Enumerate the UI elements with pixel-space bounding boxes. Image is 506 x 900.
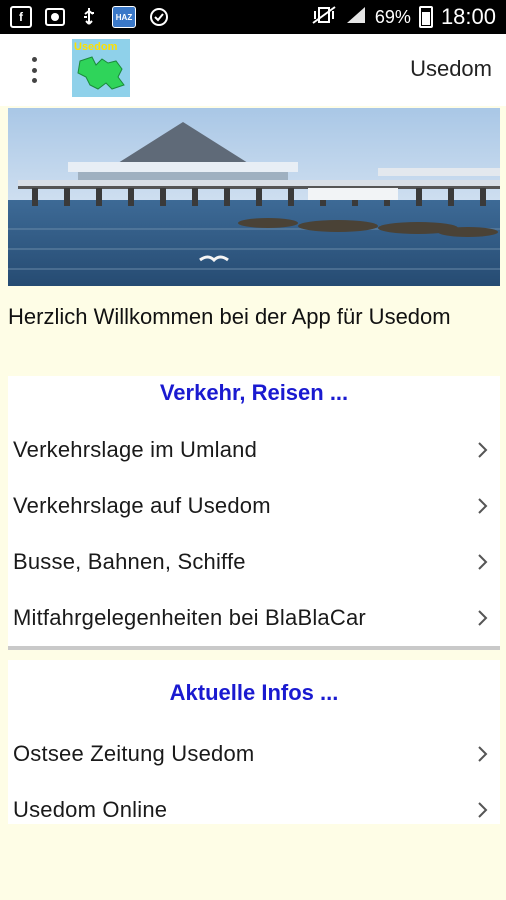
section-traffic: Verkehr, Reisen ... Verkehrslage im Umla… [8,376,500,646]
chevron-right-icon [478,554,488,570]
chevron-right-icon [478,498,488,514]
system-status: 69% 18:00 [311,4,496,30]
notification-icons: f HAZ [10,6,170,28]
list-item-label: Usedom Online [13,797,168,822]
chevron-right-icon [478,610,488,626]
welcome-text: Herzlich Willkommen bei der App für Used… [8,304,451,329]
section-title-news: Aktuelle Infos ... [169,680,339,705]
list-item-verkehrslage-usedom[interactable]: Verkehrslage auf Usedom [8,478,500,534]
app-title: Usedom [410,56,492,81]
vibrate-mute-icon [311,5,337,30]
sync-icon [148,6,170,28]
section-divider [8,646,500,650]
chevron-right-icon [478,746,488,762]
section-news: Aktuelle Infos ... Ostsee Zeitung Usedom… [8,660,500,824]
overflow-menu-icon[interactable] [20,54,48,86]
app-bar: Usedom Usedom [0,34,506,106]
facebook-icon: f [10,6,32,28]
usb-debug-icon [78,6,100,28]
app-logo: Usedom [72,39,130,97]
chevron-right-icon [478,442,488,458]
haz-app-icon: HAZ [112,6,136,28]
clock: 18:00 [440,4,496,29]
chevron-right-icon [478,802,488,818]
list-item-label: Verkehrslage auf Usedom [13,493,271,518]
list-item-label: Mitfahrgelegenheiten bei BlaBlaCar [13,605,366,630]
list-item-label: Ostsee Zeitung Usedom [13,741,255,766]
list-item-usedom-online[interactable]: Usedom Online [8,782,500,838]
status-bar: f HAZ 69% 18:00 [0,0,506,34]
list-item-label: Verkehrslage im Umland [13,437,258,462]
hero-image-pier [8,108,500,286]
screenshot-icon [44,6,66,28]
battery-icon [418,6,433,28]
list-item-label: Busse, Bahnen, Schiffe [13,549,246,574]
list-item-ostsee-zeitung[interactable]: Ostsee Zeitung Usedom [8,726,500,782]
logo-text: Usedom [74,41,118,53]
list-item-verkehrslage-umland[interactable]: Verkehrslage im Umland [8,422,500,478]
battery-percent: 69% [374,6,411,27]
section-title-traffic: Verkehr, Reisen ... [159,380,349,405]
list-item-mitfahrgelegenheiten[interactable]: Mitfahrgelegenheiten bei BlaBlaCar [8,590,500,646]
signal-icon [345,5,367,30]
list-item-busse-bahnen[interactable]: Busse, Bahnen, Schiffe [8,534,500,590]
